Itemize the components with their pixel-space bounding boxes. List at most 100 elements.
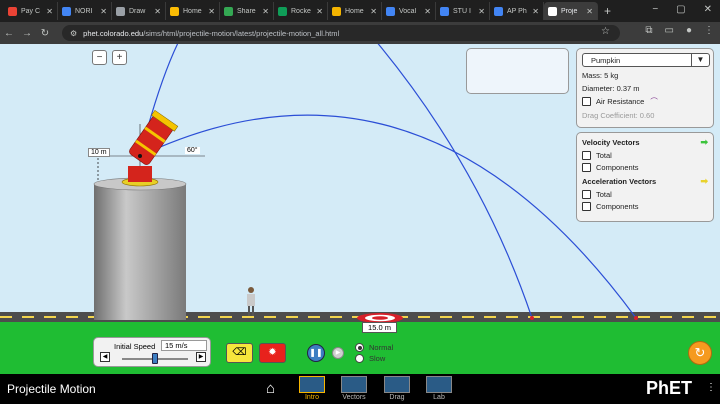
tab-favicon-icon [494, 6, 503, 16]
increase-speed-button[interactable]: ▶ [196, 352, 206, 362]
launch-point [138, 154, 142, 158]
velocity-total-checkbox[interactable]: Total [582, 151, 708, 160]
close-tab-icon[interactable]: ✕ [262, 7, 269, 16]
speed-slider-thumb[interactable] [152, 353, 158, 364]
sidebar-icon[interactable]: ▭ [665, 25, 674, 36]
radio-dot[interactable] [355, 354, 364, 363]
bookmark-star-icon[interactable]: ☆ [601, 26, 610, 37]
checkbox[interactable] [582, 202, 591, 211]
projectile-select[interactable]: Pumpkin ▼ [582, 53, 710, 67]
tab-title: Home [345, 7, 364, 15]
close-tab-icon[interactable]: ✕ [370, 7, 377, 16]
screen-tab-lab[interactable]: Lab [425, 376, 453, 401]
tab-title: Home [183, 7, 202, 15]
screen-tab-drag[interactable]: Drag [383, 376, 411, 401]
checkbox[interactable] [582, 151, 591, 160]
close-tab-icon[interactable]: ✕ [46, 7, 53, 16]
home-icon[interactable]: ⌂ [266, 380, 275, 397]
close-tab-icon[interactable]: ✕ [208, 7, 215, 16]
close-tab-icon[interactable]: ✕ [316, 7, 323, 16]
browser-tab[interactable]: Home ✕ [328, 2, 382, 20]
close-tab-icon[interactable]: ✕ [586, 7, 593, 16]
close-tab-icon[interactable]: ✕ [100, 7, 107, 16]
pause-button[interactable]: ❚❚ [307, 344, 325, 362]
initial-speed-value: 15 m/s [161, 340, 207, 351]
screen-tab-vectors[interactable]: Vectors [340, 376, 368, 401]
close-tab-icon[interactable]: ✕ [478, 7, 485, 16]
step-button[interactable]: ▶ [332, 347, 344, 359]
velocity-total-label: Total [596, 151, 612, 160]
url-path: /sims/html/projectile-motion/latest/proj… [143, 28, 340, 38]
profile-avatar[interactable]: ● [686, 25, 692, 36]
browser-tab[interactable]: Vocal ✕ [382, 2, 436, 20]
checkbox[interactable] [582, 97, 591, 106]
decrease-speed-button[interactable]: ◀ [100, 352, 110, 362]
tab-favicon-icon [62, 6, 71, 16]
tab-title: STU I [453, 7, 471, 15]
tab-favicon-icon [386, 6, 395, 16]
velocity-components-label: Components [596, 163, 639, 172]
slow-speed-radio[interactable]: Slow [355, 354, 385, 363]
zoom-out-button[interactable]: − [92, 50, 107, 65]
minimize-icon[interactable]: − [652, 4, 658, 15]
browser-tab[interactable]: STU I ✕ [436, 2, 490, 20]
back-icon[interactable]: ← [0, 28, 18, 39]
site-info-icon[interactable]: ⚙ [70, 29, 77, 38]
drag-arc-icon: ⌒ [650, 97, 658, 106]
acceleration-total-checkbox[interactable]: Total [582, 190, 708, 199]
radio-dot[interactable] [355, 343, 364, 352]
erase-button[interactable]: ⌫ [226, 343, 253, 363]
window-controls: − ▢ ✕ [652, 4, 712, 15]
phet-logo[interactable]: PhET [646, 378, 692, 399]
maximize-icon[interactable]: ▢ [676, 4, 685, 15]
checkbox[interactable] [582, 190, 591, 199]
browser-tab[interactable]: Rocke ✕ [274, 2, 328, 20]
air-resistance-checkbox[interactable]: Air Resistance ⌒ [582, 96, 708, 107]
browser-tab[interactable]: NORI ✕ [58, 2, 112, 20]
extensions-icon[interactable]: ⧉ [645, 25, 652, 36]
checkbox[interactable] [582, 163, 591, 172]
tab-favicon-icon [8, 6, 17, 16]
browser-tab[interactable]: Share ✕ [220, 2, 274, 20]
slow-label: Slow [369, 354, 386, 363]
screen-thumbnail [341, 376, 367, 393]
browser-tab[interactable]: Home ✕ [166, 2, 220, 20]
screen-thumbnail [426, 376, 452, 393]
close-tab-icon[interactable]: ✕ [532, 7, 539, 16]
height-label[interactable]: 10 m [88, 148, 110, 157]
close-tab-icon[interactable]: ✕ [424, 7, 431, 16]
projectile-select-value: Pumpkin [591, 55, 621, 65]
screen-tab-label: Lab [433, 394, 445, 401]
menu-kebab-icon[interactable]: ⋮ [704, 25, 714, 36]
app-title: Projectile Motion [7, 382, 96, 396]
phet-menu-icon[interactable]: ⋮ [706, 382, 716, 393]
browser-tab[interactable]: AP Ph ✕ [490, 2, 544, 20]
simulation-canvas[interactable]: − + 10 m 60° 15.0 m Pumpkin ▼ Mass: 5 kg… [0, 44, 720, 374]
normal-speed-radio[interactable]: Normal [355, 343, 393, 352]
tools-panel[interactable] [466, 48, 569, 94]
screen-tab-label: Drag [389, 394, 405, 401]
zoom-in-button[interactable]: + [112, 50, 127, 65]
reset-all-button[interactable]: ↻ [688, 341, 712, 365]
new-tab-button[interactable]: + [604, 4, 611, 18]
tab-favicon-icon [170, 6, 179, 16]
diameter-text: Diameter: 0.37 m [582, 84, 640, 93]
chevron-down-icon[interactable]: ▼ [691, 54, 709, 66]
cannon-stand [128, 166, 152, 182]
reload-icon[interactable]: ↻ [36, 28, 54, 39]
browser-tab[interactable]: Proje ✕ [544, 2, 598, 20]
forward-icon[interactable]: → [18, 28, 36, 39]
target-distance-label[interactable]: 15.0 m [362, 322, 397, 333]
screen-tab-intro[interactable]: Intro [298, 376, 326, 401]
acceleration-total-label: Total [596, 190, 612, 199]
acceleration-components-checkbox[interactable]: Components [582, 202, 708, 211]
velocity-arrow-icon: ➡ [700, 137, 708, 147]
close-window-icon[interactable]: ✕ [704, 4, 712, 15]
trajectory-2 [139, 114, 637, 319]
browser-tab[interactable]: Draw ✕ [112, 2, 166, 20]
close-tab-icon[interactable]: ✕ [154, 7, 161, 16]
fire-button[interactable]: ✹ [259, 343, 286, 363]
browser-tab[interactable]: Pay C ✕ [4, 2, 58, 20]
url-input[interactable]: ⚙ phet.colorado.edu/sims/html/projectile… [62, 25, 620, 41]
velocity-components-checkbox[interactable]: Components [582, 163, 708, 172]
